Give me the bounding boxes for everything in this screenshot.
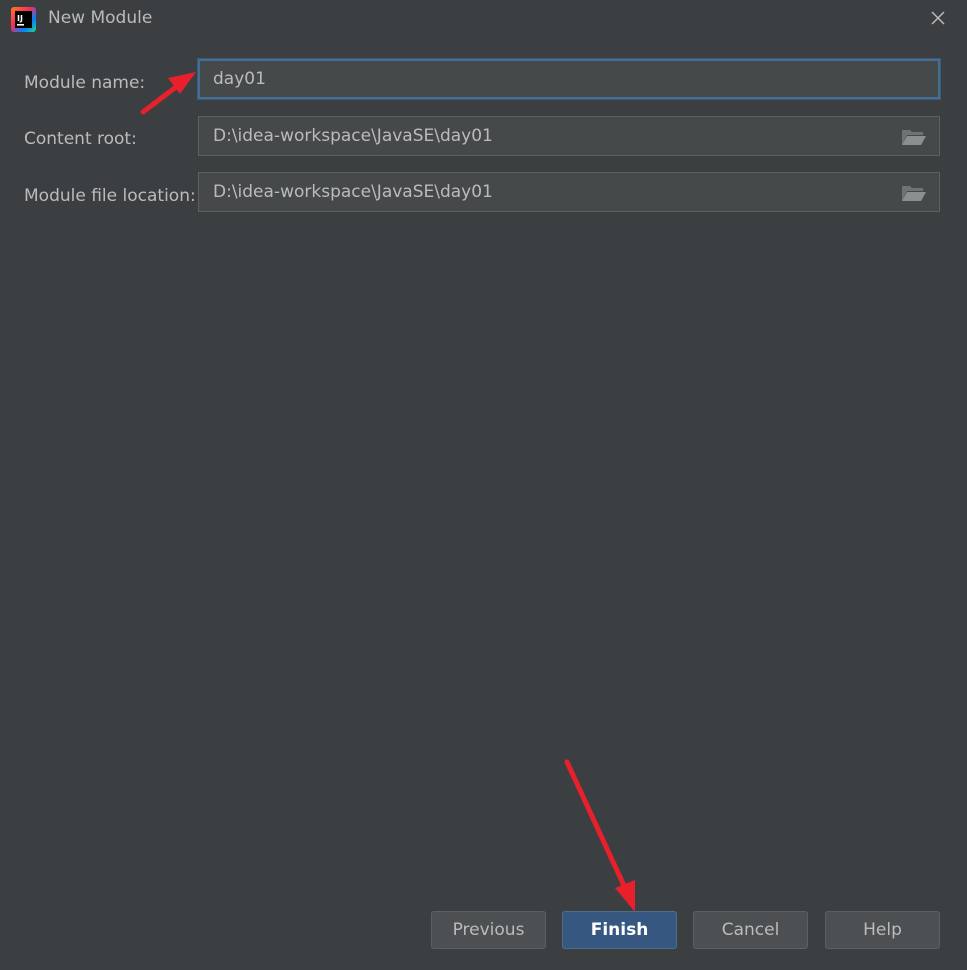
close-icon <box>931 11 945 25</box>
previous-button[interactable]: Previous <box>431 911 546 949</box>
help-button[interactable]: Help <box>825 911 940 949</box>
module-name-label: Module name: <box>24 73 146 93</box>
svg-text:IJ: IJ <box>17 14 23 23</box>
arrow-to-finish-button <box>564 759 635 912</box>
content-root-input[interactable]: D:\idea-workspace\JavaSE\day01 <box>198 116 940 156</box>
module-file-location-value: D:\idea-workspace\JavaSE\day01 <box>213 182 493 202</box>
module-file-location-input[interactable]: D:\idea-workspace\JavaSE\day01 <box>198 172 940 212</box>
intellij-idea-icon: IJ <box>11 7 36 32</box>
folder-open-icon[interactable] <box>901 128 927 146</box>
window-title: New Module <box>48 8 153 28</box>
arrow-to-module-name <box>140 72 196 115</box>
close-button[interactable] <box>926 6 950 30</box>
cancel-button[interactable]: Cancel <box>693 911 808 949</box>
folder-open-icon[interactable] <box>901 184 927 202</box>
module-name-value: day01 <box>213 69 266 89</box>
content-root-value: D:\idea-workspace\JavaSE\day01 <box>213 126 493 146</box>
content-root-label: Content root: <box>24 129 137 149</box>
module-file-location-label: Module file location: <box>24 186 196 206</box>
title-bar: IJ New Module <box>0 0 967 38</box>
finish-button[interactable]: Finish <box>562 911 677 949</box>
new-module-dialog: IJ New Module Module name: day01 Content… <box>0 0 967 970</box>
module-name-input[interactable]: day01 <box>198 59 940 99</box>
